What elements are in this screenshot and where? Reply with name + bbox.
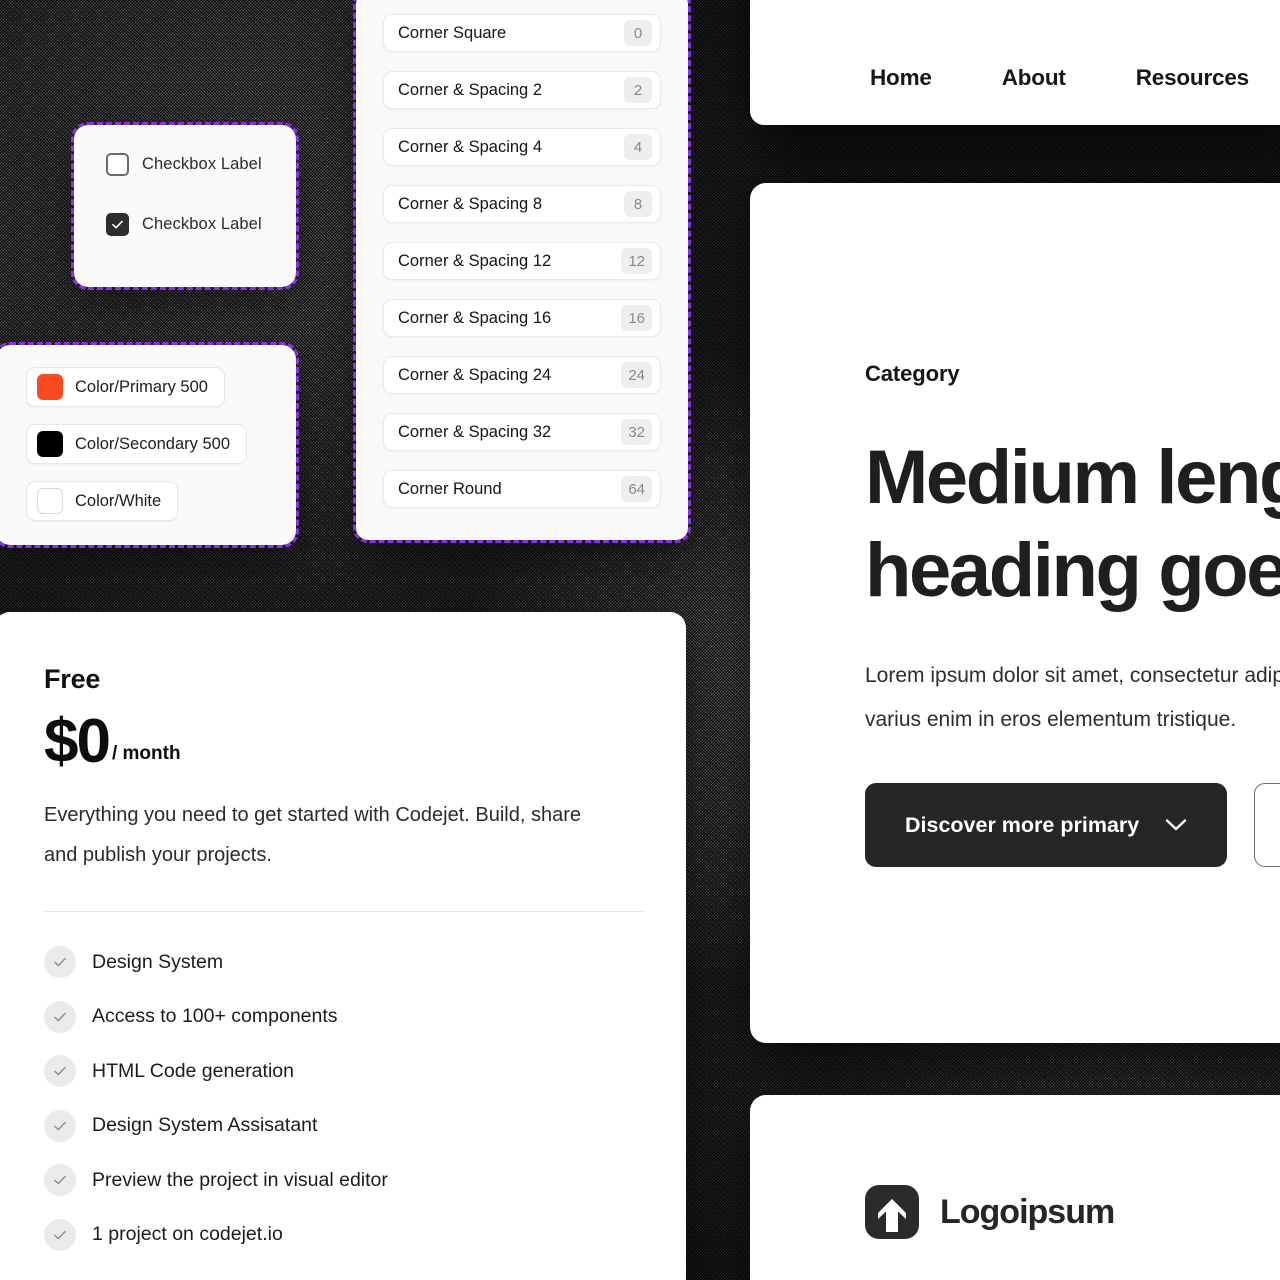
token-row[interactable]: Corner & Spacing 32 32 [383,413,661,451]
token-label: Corner & Spacing 8 [398,194,542,213]
color-styles-frame[interactable]: Color/Primary 500 Color/Secondary 500 Co… [0,342,299,548]
check-circle-icon [44,1218,76,1251]
logo-wordmark: Logoipsum [940,1192,1115,1231]
hero-category-label: Category [865,361,960,386]
check-circle-icon [44,1000,76,1033]
feature-row: 1 project on codejet.io [44,1218,640,1251]
logo-card: Logoipsum [750,1095,1280,1280]
feature-row: Preview the project in visual editor [44,1164,640,1197]
check-circle-icon [44,1164,76,1197]
checkbox-row[interactable]: Checkbox Label [106,213,296,236]
token-value: 24 [621,362,652,388]
token-row[interactable]: Corner & Spacing 2 2 [383,71,661,109]
hero-body-line-2: varius enim in eros elementum tristique. [865,707,1237,731]
feature-label: Preview the project in visual editor [92,1168,388,1191]
color-swatch-row[interactable]: Color/Secondary 500 [26,424,248,464]
nav-link-about[interactable]: About [1002,65,1066,91]
feature-row: Design System Assisatant [44,1109,640,1142]
feature-label: 1 project on codejet.io [92,1223,283,1246]
color-swatch-row[interactable]: Color/White [26,481,179,521]
token-value: 64 [621,476,652,502]
color-chip-secondary-500 [37,431,63,457]
color-swatch-label: Color/Primary 500 [75,377,208,396]
discover-more-primary-button[interactable]: Discover more primary [865,783,1228,868]
price-period: / month [111,743,181,765]
check-circle-icon [44,946,76,979]
checkbox-row[interactable]: Checkbox Label [106,153,296,176]
feature-row: Access to 100+ components [44,1000,640,1033]
token-label: Corner Square [398,23,507,42]
corner-spacing-tokens-frame[interactable]: Corner Square 0 Corner & Spacing 2 2 Cor… [353,0,691,543]
hero-section-card: Category Medium length heading goes here… [750,183,1280,1043]
feature-label: Design System [92,950,224,973]
token-label: Corner & Spacing 12 [398,251,552,270]
token-value: 16 [621,305,652,331]
nav-link-resources[interactable]: Resources [1136,65,1249,91]
token-row[interactable]: Corner Square 0 [383,14,661,52]
token-value: 8 [624,191,652,217]
token-value: 0 [624,20,652,46]
checkbox-label: Checkbox Label [142,215,262,233]
plan-description: Everything you need to get started with … [44,804,581,866]
checkbox-component-frame[interactable]: Checkbox Label Checkbox Label [71,122,299,290]
token-row[interactable]: Corner & Spacing 24 24 [383,356,661,394]
logo: Logoipsum [865,1185,1280,1239]
token-value: 12 [621,248,652,274]
token-label: Corner Round [398,479,502,498]
color-chip-primary-500 [37,374,63,400]
arrow-up-house-logo-icon [865,1185,919,1239]
token-value: 4 [624,134,652,160]
color-swatch-label: Color/White [75,491,162,510]
feature-label: Design System Assisatant [92,1114,318,1137]
token-label: Corner & Spacing 32 [398,422,552,441]
token-row[interactable]: Corner & Spacing 8 8 [383,185,661,223]
color-swatch-label: Color/Secondary 500 [75,434,231,453]
chevron-down-icon [1165,813,1187,838]
feature-label: HTML Code generation [92,1059,294,1082]
feature-row: Design System [44,946,640,979]
feature-label: Access to 100+ components [92,1005,338,1028]
hero-heading-line-2: heading goes here [865,528,1280,614]
price-amount: $0 [44,707,111,776]
pricing-plan-card: Free $0 / month Everything you need to g… [0,612,686,1280]
plan-name: Free [44,664,101,694]
hero-action-buttons: Discover more primary Discover more [865,783,1280,868]
token-row[interactable]: Corner & Spacing 12 12 [383,242,661,280]
hero-body-line-1: Lorem ipsum dolor sit amet, consectetur … [865,663,1280,687]
price-line: $0 / month [44,707,640,776]
check-circle-icon [44,1109,76,1142]
hero-heading-line-1: Medium length [865,435,1280,520]
token-value: 32 [621,419,652,445]
token-row[interactable]: Corner & Spacing 16 16 [383,299,661,337]
token-label: Corner & Spacing 2 [398,80,542,99]
checkbox-checked-icon[interactable] [106,213,129,236]
color-swatch-row[interactable]: Color/Primary 500 [26,367,225,407]
navigation-bar-card: Home About Resources [750,0,1280,125]
checkbox-unchecked-icon[interactable] [106,153,129,176]
nav-links: Home About Resources [750,65,1249,91]
token-label: Corner & Spacing 24 [398,365,552,384]
color-chip-white [37,488,63,514]
token-value: 2 [624,77,652,103]
nav-link-home[interactable]: Home [870,65,932,91]
discover-more-secondary-button[interactable]: Discover more [1254,783,1280,868]
token-label: Corner & Spacing 16 [398,308,552,327]
hero-body-text: Lorem ipsum dolor sit amet, consectetur … [865,654,1280,741]
token-row[interactable]: Corner Round 64 [383,470,661,508]
primary-button-label: Discover more primary [905,812,1140,837]
divider [44,911,644,913]
token-row[interactable]: Corner & Spacing 4 4 [383,128,661,166]
hero-heading: Medium length heading goes here [865,431,1280,618]
checkbox-label: Checkbox Label [142,155,262,173]
check-circle-icon [44,1055,76,1088]
design-canvas: Checkbox Label Checkbox Label Color/Prim… [0,0,1280,1280]
feature-row: HTML Code generation [44,1055,640,1088]
token-label: Corner & Spacing 4 [398,137,542,156]
